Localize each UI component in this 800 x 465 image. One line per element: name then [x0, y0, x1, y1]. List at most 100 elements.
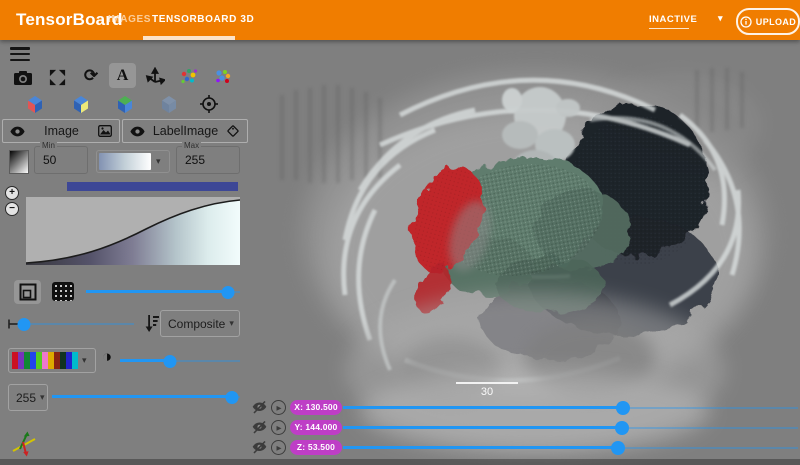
play-icon: ▶: [277, 424, 282, 432]
camera-icon: [13, 69, 33, 86]
contrast-icon: ◑: [102, 348, 112, 365]
tab-tensorboard-3d[interactable]: TENSORBOARD 3D: [152, 0, 254, 40]
grayscale-swatch-button[interactable]: [9, 150, 29, 174]
edge-outline-button[interactable]: [14, 280, 41, 304]
run-selector-underline: [649, 28, 689, 29]
slice-y-slider[interactable]: [343, 420, 798, 436]
rotate-button[interactable]: ⟳: [80, 65, 102, 87]
play-animation-button[interactable]: ▶: [271, 440, 286, 455]
zoom-out-button[interactable]: −: [5, 202, 19, 216]
colormap-dropdown[interactable]: ▾: [96, 150, 170, 173]
slice-y-badge[interactable]: Y: 144.000: [290, 420, 342, 435]
opacity-slider[interactable]: [86, 285, 240, 299]
slice-slider-row-y: ▶ Y: 144.000: [252, 420, 798, 436]
screenshot-camera-button[interactable]: [12, 66, 34, 88]
annotations-toggle-button[interactable]: A: [109, 63, 136, 88]
slice-slider-row-z: ▶ Z: 53.500: [252, 440, 798, 456]
slice-x-badge[interactable]: X: 130.500: [290, 400, 342, 415]
slice-slider-row-x: ▶ X: 130.500: [252, 400, 798, 416]
slider-handle[interactable]: [226, 391, 239, 404]
window-range-bar[interactable]: [67, 182, 238, 191]
label-opacity-slider[interactable]: [120, 354, 240, 368]
chevron-down-icon: ▾: [82, 355, 87, 366]
tab-images[interactable]: IMAGES: [108, 0, 151, 40]
rotate-icon: ⟳: [84, 66, 98, 86]
layer-image-label: Image: [25, 124, 98, 138]
dither-sampling-icon[interactable]: [52, 282, 74, 301]
transfer-function-plot[interactable]: [26, 197, 240, 265]
transform-gizmo-button[interactable]: [144, 66, 166, 88]
label-palette-dropdown[interactable]: ▾: [8, 348, 96, 373]
slider-handle[interactable]: [616, 401, 630, 415]
spacing-slider[interactable]: [21, 317, 134, 331]
cube-red-face-icon: [25, 94, 45, 114]
tensorboard-3d-app: 30 TensorBoard IMAGES TENSORBOARD 3D INA…: [0, 0, 800, 465]
view-cube-y-button[interactable]: [70, 93, 92, 115]
colormap-gradient-preview: [99, 153, 151, 170]
active-tab-indicator: [143, 36, 235, 40]
component-value: 255: [16, 391, 36, 405]
point-cloud-button[interactable]: [178, 66, 200, 88]
transfer-function-curve: [26, 197, 240, 265]
slider-fill: [343, 446, 618, 449]
eye-off-icon[interactable]: [252, 401, 267, 414]
slider-handle[interactable]: [221, 286, 234, 299]
max-field-label: Max: [182, 142, 201, 150]
slice-x-slider[interactable]: [343, 400, 798, 416]
eye-off-icon[interactable]: [252, 421, 267, 434]
nested-squares-icon: [19, 283, 37, 301]
cube-faded-icon: [159, 94, 179, 114]
bottom-edge-shadow: [0, 459, 800, 465]
slice-z-slider[interactable]: [343, 440, 798, 456]
labeled-points-button[interactable]: [212, 66, 234, 88]
min-field[interactable]: Min 50: [34, 146, 88, 174]
play-animation-button[interactable]: ▶: [271, 400, 286, 415]
eye-icon: [10, 126, 25, 137]
upload-button[interactable]: UPLOAD: [736, 8, 800, 35]
cube-green-face-icon: [115, 94, 135, 114]
scale-bar: [456, 382, 518, 384]
slider-handle[interactable]: [18, 318, 31, 331]
zoom-in-button[interactable]: +: [5, 186, 19, 200]
layer-labelimage-label: LabelImage: [145, 124, 226, 138]
view-cube-x-button[interactable]: [24, 93, 46, 115]
chevron-down-icon: ▾: [156, 156, 161, 167]
slider-fill: [52, 395, 232, 398]
eye-off-icon[interactable]: [252, 441, 267, 454]
orientation-axes-icon: [10, 430, 38, 458]
play-icon: ▶: [277, 404, 282, 412]
eye-icon: [130, 126, 145, 137]
cube-yellow-face-icon: [71, 94, 91, 114]
reset-view-button[interactable]: [46, 66, 68, 88]
slice-z-badge[interactable]: Z: 53.500: [290, 440, 342, 455]
max-field-value: 255: [185, 153, 205, 167]
crosshair-icon: [199, 94, 219, 114]
max-field[interactable]: Max 255: [176, 146, 240, 174]
expand-arrows-icon: [48, 68, 67, 87]
layer-toggle-image[interactable]: Image: [2, 119, 120, 143]
min-field-value: 50: [43, 153, 56, 167]
slider-fill: [120, 359, 170, 362]
component-dropdown[interactable]: 255 ▾: [8, 384, 48, 411]
component-slider[interactable]: [52, 390, 240, 404]
view-cube-free-button[interactable]: [158, 93, 180, 115]
slider-handle[interactable]: [164, 355, 177, 368]
layer-toggle-labelimage[interactable]: LabelImage: [122, 119, 248, 143]
slider-handle[interactable]: [615, 421, 629, 435]
play-animation-button[interactable]: ▶: [271, 420, 286, 435]
scatter-cluster-icon: [213, 67, 233, 87]
slider-fill: [343, 426, 622, 429]
chevron-down-icon: ▾: [229, 318, 234, 329]
recenter-button[interactable]: [198, 93, 220, 115]
slider-handle[interactable]: [611, 441, 625, 455]
chevron-down-icon: ▾: [40, 392, 45, 403]
view-cube-z-button[interactable]: [114, 93, 136, 115]
scale-bar-label: 30: [462, 386, 512, 398]
blend-mode-value: Composite: [168, 317, 225, 331]
menu-icon[interactable]: [10, 47, 30, 62]
app-header: TensorBoard IMAGES TENSORBOARD 3D INACTI…: [0, 0, 800, 40]
upload-button-label: UPLOAD: [756, 17, 796, 27]
blend-mode-dropdown[interactable]: Composite ▾: [160, 310, 240, 337]
text-annotation-icon: A: [117, 67, 129, 85]
run-selector-dropdown[interactable]: INACTIVE ▾: [649, 8, 723, 32]
